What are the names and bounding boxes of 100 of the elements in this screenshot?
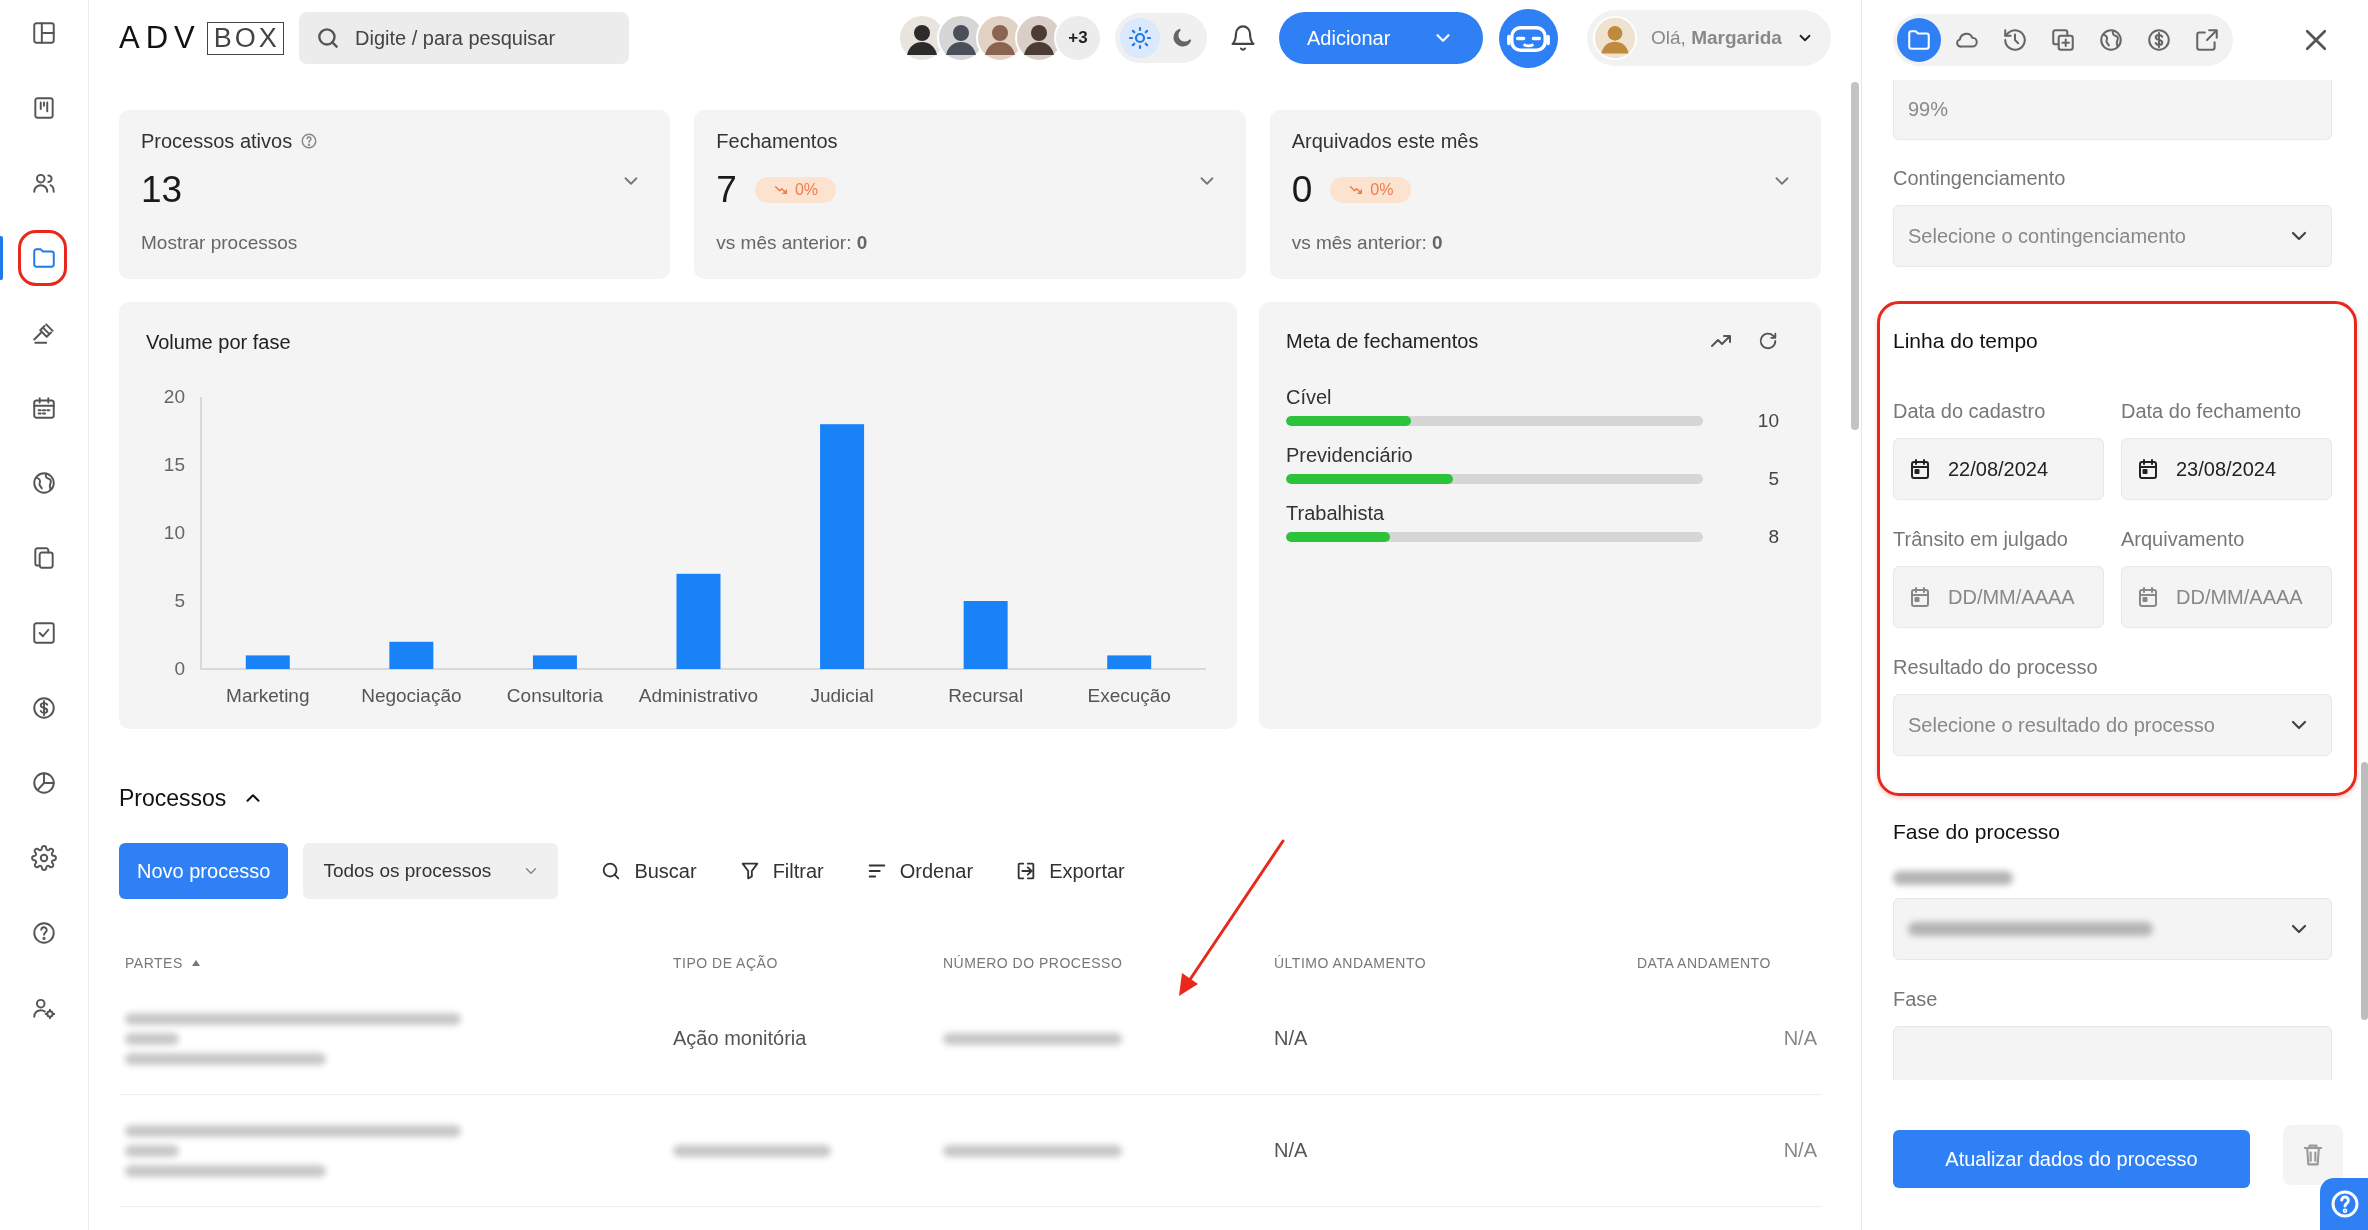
stat-value: 13 [141, 169, 183, 211]
robot-button[interactable] [1499, 8, 1558, 68]
files-icon[interactable] [31, 545, 57, 571]
calendar-icon [2136, 457, 2160, 481]
column-header[interactable]: ÚLTIMO ANDAMENTO [1274, 955, 1427, 971]
table-cell: N/A [1783, 1027, 1817, 1050]
history-icon [2002, 27, 2028, 53]
show-link[interactable]: Mostrar processos [141, 232, 649, 254]
calendar-icon[interactable] [31, 395, 57, 421]
column-header[interactable]: TIPO DE AÇÃO [673, 955, 778, 971]
goal-label: Previdenciário [1286, 443, 1414, 468]
trend-badge: 0% [754, 177, 837, 203]
scrollbar-thumb[interactable] [1851, 82, 1859, 430]
folder-tab[interactable] [1897, 18, 1941, 62]
folder-icon [1906, 27, 1932, 53]
chart-bar [963, 601, 1008, 669]
more-avatars-count[interactable]: +3 [1054, 14, 1102, 62]
card-title: Processos ativos [141, 129, 293, 153]
axis-label: 10 [163, 522, 185, 543]
filter-dropdown[interactable]: Todos os processos [303, 843, 559, 899]
toolbar-button[interactable]: Filtrar [738, 859, 824, 883]
field-label: Contingenciamento [1893, 166, 2067, 191]
sort-arrow-icon[interactable] [190, 958, 201, 968]
field-label: Data do cadastro [1893, 399, 2047, 424]
user-avatar [1593, 16, 1637, 60]
toolbar-button[interactable]: Buscar [600, 859, 697, 883]
help-icon[interactable] [300, 132, 319, 150]
table-cell-text: N/A [1274, 1027, 1309, 1050]
goal-value: 8 [1767, 526, 1779, 548]
toolbar-button[interactable]: Ordenar [865, 859, 974, 883]
date-field[interactable]: DD/MM/AAAA [1893, 566, 2104, 628]
new-process-button[interactable]: Novo processo [119, 843, 289, 899]
card-title: Meta de fechamentos [1286, 329, 1480, 353]
axis-label: Recursal [948, 685, 1024, 706]
scrollbar-thumb[interactable] [2361, 762, 2368, 1020]
select-field[interactable]: Selecione o resultado do processo [1893, 694, 2332, 756]
select-field[interactable]: Selecione o contingenciamento [1893, 205, 2332, 267]
layout-icon[interactable] [31, 20, 57, 46]
search-icon [315, 25, 341, 51]
globe-icon [2098, 27, 2124, 53]
folder-icon[interactable] [31, 245, 57, 271]
section-title: Processos [119, 784, 227, 812]
bell-icon[interactable] [1229, 24, 1257, 52]
comparison-text: vs mês anterior: 0 [716, 232, 869, 254]
field-label: Data do fechamento [2121, 399, 2303, 424]
section-title: Linha do tempo [1893, 328, 2039, 354]
axis-label: Consultoria [506, 685, 603, 706]
help-button[interactable] [2320, 1178, 2368, 1230]
select-field[interactable] [1893, 898, 2332, 960]
date-field[interactable]: 23/08/2024 [2121, 438, 2332, 500]
chart-bar [245, 655, 290, 669]
axis-label: Execução [1087, 685, 1171, 706]
goal-value: 10 [1756, 410, 1779, 432]
checkbox-icon[interactable] [31, 620, 57, 646]
chart-bar [532, 655, 577, 669]
comparison-text: vs mês anterior: 0 [1291, 232, 1444, 254]
calendar-icon [2136, 585, 2160, 609]
column-header[interactable]: PARTES [125, 955, 183, 971]
field-label: Arquivamento [2121, 527, 2246, 552]
dollar-icon[interactable] [31, 695, 57, 721]
update-button[interactable]: Atualizar dados do processo [1893, 1130, 2250, 1188]
globe-icon[interactable] [31, 470, 57, 496]
toolbar-button[interactable]: Exportar [1015, 859, 1125, 883]
column-header[interactable]: NÚMERO DO PROCESSO [943, 955, 1123, 971]
logo-text: ADV [119, 20, 201, 56]
search-field[interactable]: Digite / para pesquisar [299, 12, 629, 64]
axis-label: Judicial [810, 685, 874, 706]
table-cell-text: N/A [1274, 1139, 1309, 1162]
axis-label: 20 [163, 386, 185, 407]
blurred-text [125, 1144, 180, 1157]
input-field[interactable]: 99% [1893, 80, 2332, 140]
axis-label: Administrativo [638, 685, 759, 706]
user-greeting[interactable]: Olá, Margarida [1651, 27, 1782, 49]
settings-icon[interactable] [31, 845, 57, 871]
date-field[interactable]: 22/08/2024 [1893, 438, 2104, 500]
help-icon [2329, 1188, 2361, 1220]
table-cell: N/A [1783, 1139, 1817, 1162]
field-label: Fase [1893, 987, 1939, 1012]
card-title: Fechamentos [716, 129, 838, 153]
calendar-icon [1908, 457, 1932, 481]
user-menu[interactable]: Olá, Margarida [1587, 10, 1831, 66]
blurred-text [125, 1032, 180, 1045]
board-icon[interactable] [31, 95, 57, 121]
help-icon[interactable] [31, 920, 57, 946]
add-button[interactable]: Adicionar [1279, 12, 1483, 64]
axis-label: Negociação [361, 685, 462, 706]
field-label: Trânsito em julgado [1893, 527, 2069, 552]
table-cell-text: Ação monitória [673, 1027, 808, 1050]
goal-value: 5 [1767, 468, 1779, 490]
axis-label: 15 [163, 454, 185, 475]
refresh-icon[interactable] [1757, 330, 1779, 352]
delete-button[interactable] [2283, 1125, 2343, 1185]
sun-icon[interactable] [1120, 18, 1160, 58]
chart-bar [389, 641, 434, 669]
column-header[interactable]: DATA ANDAMENTO [1637, 955, 1771, 971]
pie-chart-icon[interactable] [31, 770, 57, 796]
gavel-icon[interactable] [31, 320, 57, 346]
date-field[interactable]: DD/MM/AAAA [2121, 566, 2332, 628]
card-title: Volume por fase [146, 331, 291, 353]
axis-label: 0 [174, 658, 185, 679]
